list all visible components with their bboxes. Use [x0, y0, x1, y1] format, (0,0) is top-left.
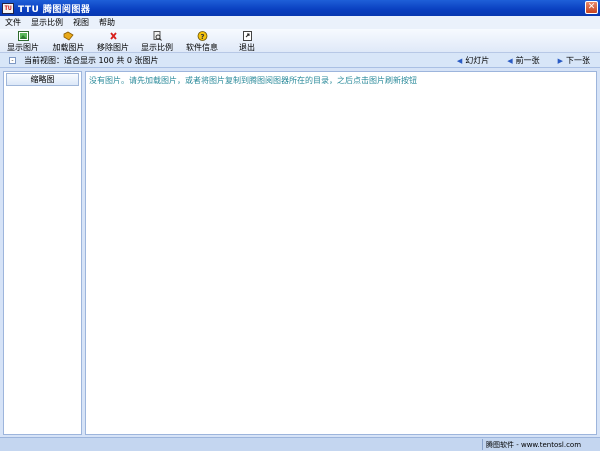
load-image-button[interactable]: 加载图片	[46, 29, 91, 52]
next-icon: ▶	[557, 56, 563, 65]
zoom-ratio-icon	[152, 31, 163, 41]
status-bar: 腾图软件 - www.tentosl.com	[0, 437, 600, 451]
menu-file[interactable]: 文件	[0, 16, 26, 29]
view-status-bar: - 当前视图：适合显示 100 共 0 张图片 ◀ 幻灯片 ◀ 前一张 ▶ 下一…	[0, 53, 600, 68]
previous-button[interactable]: ◀ 前一张	[507, 55, 539, 66]
close-button[interactable]: ✕	[585, 1, 598, 14]
slideshow-button[interactable]: ◀ 幻灯片	[457, 55, 489, 66]
show-image-button[interactable]: 显示图片	[0, 29, 46, 52]
remove-image-button[interactable]: 移除图片	[91, 29, 135, 52]
svg-text:?: ?	[200, 33, 204, 41]
toolbar: 显示图片 加载图片 移除图片 显示比例 ? 软件信息 退出	[0, 29, 600, 53]
thumbnail-panel[interactable]: 缩略图	[3, 71, 82, 435]
collapse-toggle[interactable]: -	[9, 56, 16, 64]
menu-bar: 文件 显示比例 视图 帮助	[0, 16, 600, 29]
exit-icon	[242, 31, 253, 41]
status-copyright: 腾图软件 - www.tentosl.com	[486, 441, 582, 449]
thumbnail-header[interactable]: 缩略图	[6, 73, 79, 86]
empty-message: 没有图片。请先加载图片，或者将图片复制到腾图阅图器所在的目录，之后点击图片刷新按…	[89, 76, 417, 85]
menu-view[interactable]: 视图	[68, 16, 94, 29]
title-bar: TU TTU 腾图阅图器 ✕	[0, 0, 600, 16]
window-title: TTU 腾图阅图器	[18, 4, 91, 15]
software-info-button[interactable]: ? 软件信息	[179, 29, 225, 52]
play-icon: ◀	[456, 56, 463, 65]
help-icon: ?	[197, 31, 208, 41]
current-view-info: 当前视图：适合显示 100 共 0 张图片	[24, 55, 159, 65]
menu-help[interactable]: 帮助	[94, 16, 120, 29]
previous-icon: ◀	[507, 56, 513, 65]
menu-zoom[interactable]: 显示比例	[26, 16, 68, 29]
remove-image-icon	[108, 31, 119, 41]
image-view-area[interactable]: 没有图片。请先加载图片，或者将图片复制到腾图阅图器所在的目录，之后点击图片刷新按…	[85, 71, 597, 435]
app-icon: TU	[2, 2, 14, 14]
next-button[interactable]: ▶ 下一张	[558, 55, 590, 66]
zoom-ratio-button[interactable]: 显示比例	[135, 29, 179, 52]
show-image-icon	[17, 31, 29, 41]
exit-button[interactable]: 退出	[225, 29, 269, 52]
status-divider	[482, 439, 483, 450]
load-image-icon	[63, 31, 74, 41]
